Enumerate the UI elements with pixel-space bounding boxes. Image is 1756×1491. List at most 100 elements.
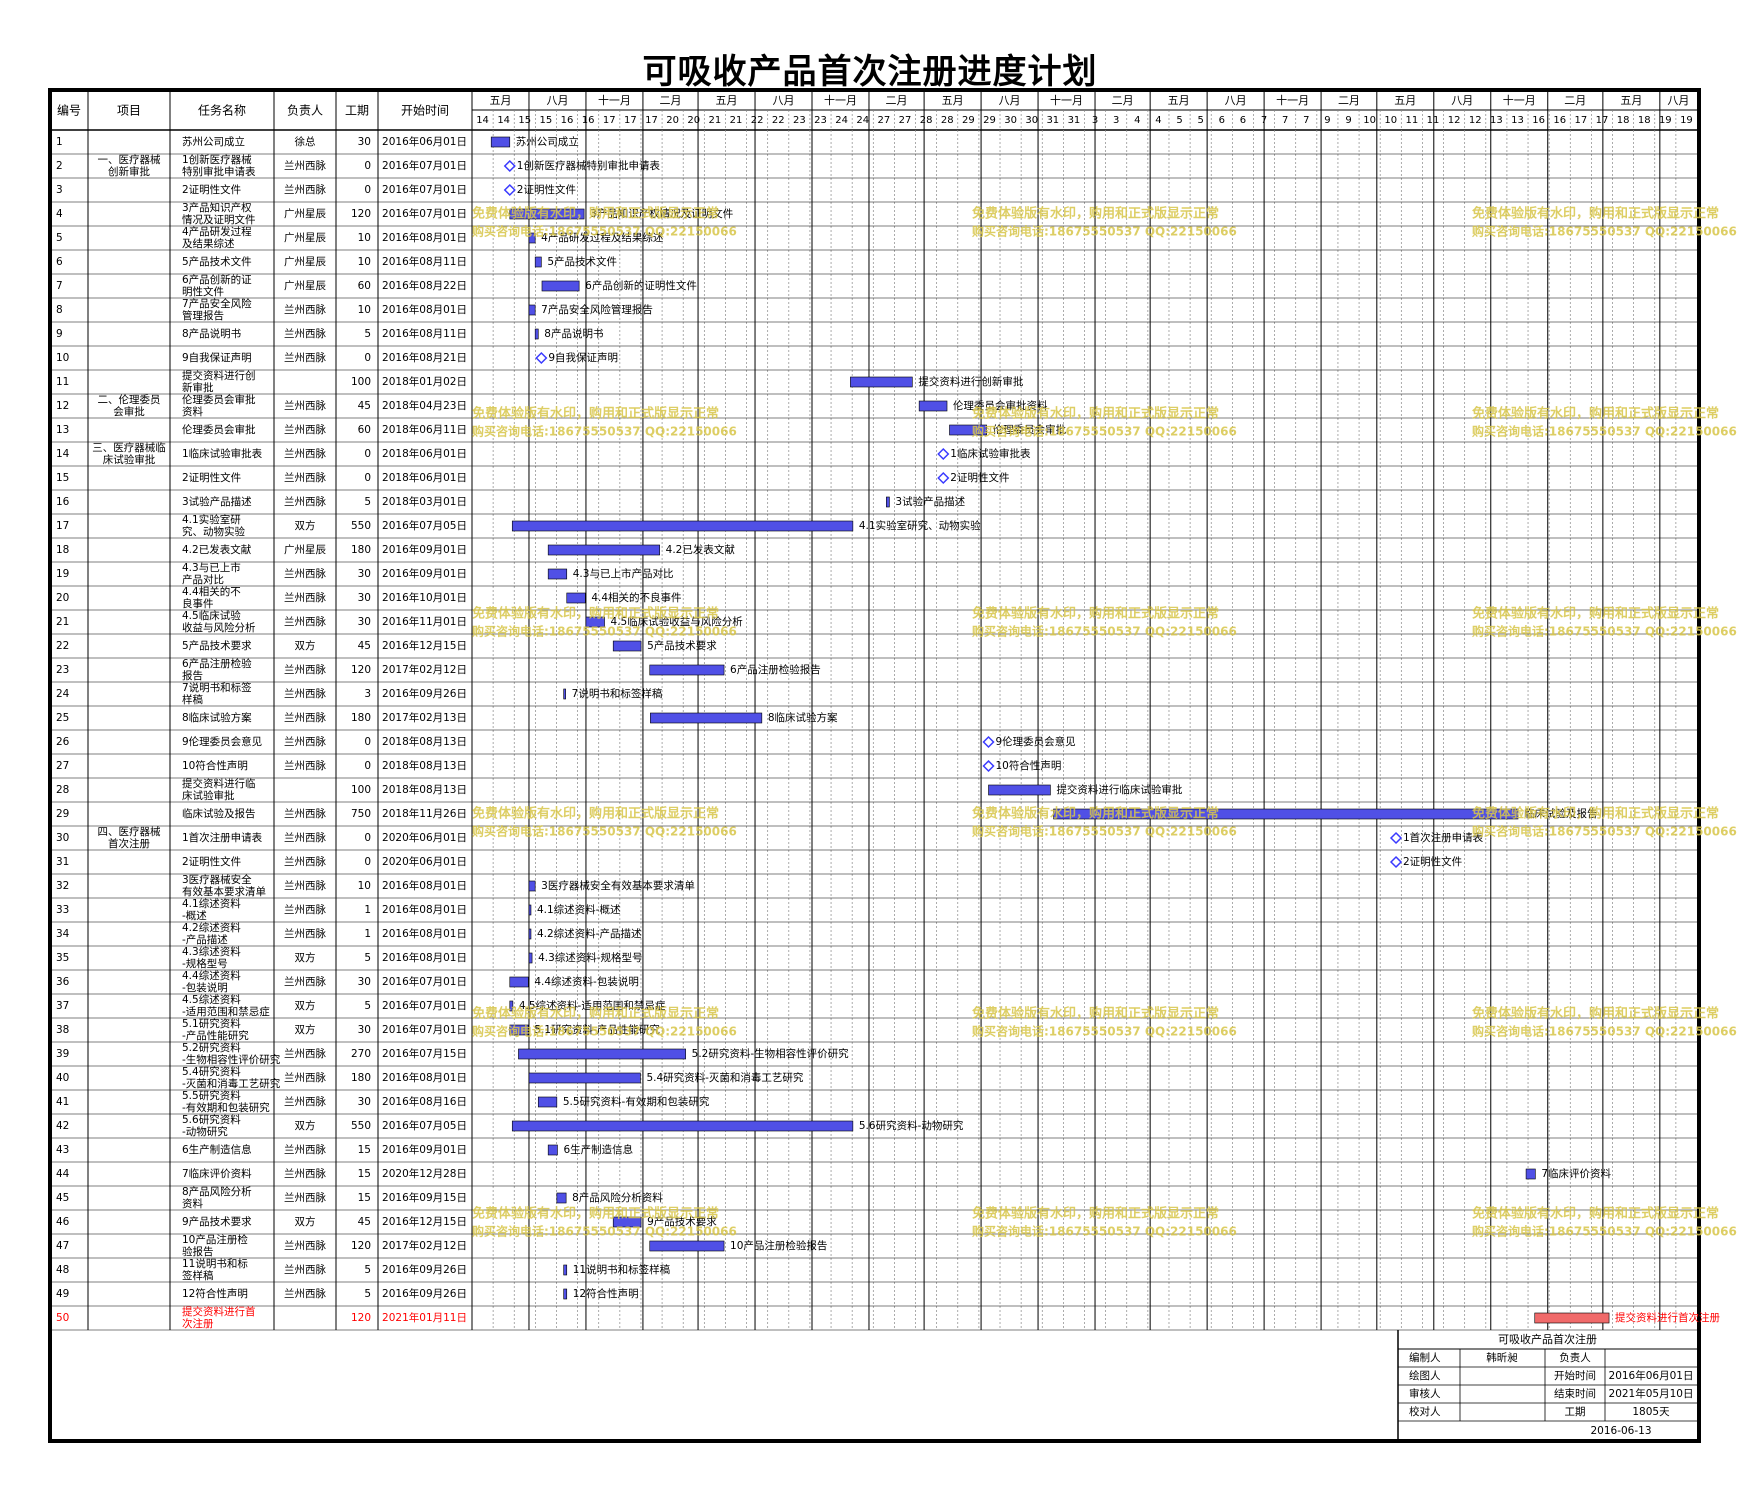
- bar-label: 7说明书和标签样稿: [572, 687, 663, 700]
- bar-label: 1临床试验审批表: [950, 447, 1031, 460]
- gantt-bar: [509, 976, 529, 988]
- header-4: 工期: [345, 104, 369, 118]
- milestone-marker: [503, 183, 516, 197]
- milestone-marker: [535, 351, 548, 365]
- task-name: 及结果综述: [182, 237, 235, 250]
- task-name: 床试验审批: [182, 789, 235, 802]
- start-date: 2016年08月01日: [382, 303, 467, 316]
- gantt-bar: [547, 544, 660, 556]
- task-name: -产品性能研究: [182, 1029, 249, 1042]
- start-date: 2016年08月01日: [382, 231, 467, 244]
- week-label: 20: [687, 115, 700, 126]
- task-name: 8产品说明书: [182, 327, 241, 340]
- gantt-bar: [563, 1288, 568, 1300]
- bar-label: 4.2综述资料-产品描述: [537, 927, 642, 940]
- week-label: 11: [1406, 115, 1419, 126]
- gantt-bar: [556, 1192, 567, 1204]
- task-name: 4.3综述资料: [182, 945, 241, 958]
- owner: 兰州西脉: [284, 1143, 326, 1156]
- duration: 15: [358, 1144, 371, 1156]
- week-label: 12: [1469, 115, 1482, 126]
- milestone-marker: [982, 759, 995, 773]
- week-label: 9: [1324, 115, 1330, 126]
- task-name: 10符合性声明: [182, 759, 248, 772]
- start-date: 2016年08月01日: [382, 927, 467, 940]
- task-name: 7产品安全风险: [182, 297, 252, 310]
- owner: 兰州西脉: [284, 903, 326, 916]
- watermark-line2: 购买咨询电话:18675550537 QQ:22150066: [1472, 624, 1737, 639]
- gantt-bar: [511, 1120, 854, 1132]
- duration: 30: [358, 136, 371, 148]
- quarter-label: 十一月: [1050, 93, 1083, 107]
- bar-label: 4.1综述资料-概述: [537, 903, 621, 916]
- gantt-bar: [534, 328, 539, 340]
- start-date: 2017年02月12日: [382, 663, 467, 676]
- task-name: 9产品技术要求: [182, 1215, 252, 1228]
- start-date: 2016年08月01日: [382, 879, 467, 892]
- watermark-line1: 免费体验版有水印，购用和正式版显示正常: [472, 206, 719, 222]
- duration: 10: [358, 256, 371, 268]
- task-name: 2证明性文件: [182, 183, 241, 196]
- task-name: 1创新医疗器械: [182, 153, 252, 166]
- milestone-marker: [503, 159, 516, 173]
- owner: 兰州西脉: [284, 927, 326, 940]
- quarter-label: 八月: [773, 94, 795, 107]
- duration: 60: [358, 424, 371, 436]
- quarter-label: 八月: [1451, 94, 1473, 107]
- duration: 45: [358, 400, 371, 412]
- start-date: 2020年12月28日: [382, 1167, 467, 1180]
- gantt-bar: [850, 376, 913, 388]
- duration: 45: [358, 640, 371, 652]
- project-label: 一、医疗器械: [98, 153, 161, 166]
- task-name: 5产品技术要求: [182, 639, 252, 652]
- week-label: 12: [1448, 115, 1461, 126]
- bar-label: 提交资料进行首次注册: [1615, 1311, 1720, 1324]
- owner: 兰州西脉: [284, 303, 326, 316]
- gantt-bar: [1525, 1168, 1536, 1180]
- bar-label: 4.2已发表文献: [666, 543, 736, 556]
- task-name: 5.6研究资料: [182, 1113, 241, 1126]
- watermark-line1: 免费体验版有水印，购用和正式版显示正常: [472, 606, 719, 622]
- row-number: 3: [56, 184, 63, 196]
- task-name: 5.2研究资料: [182, 1041, 241, 1054]
- owner: 兰州西脉: [284, 567, 326, 580]
- row-number: 1: [56, 136, 63, 148]
- gantt-bar: [528, 904, 532, 916]
- row-number: 34: [56, 928, 70, 940]
- week-label: 17: [1596, 115, 1609, 126]
- start-date: 2018年06月01日: [382, 447, 467, 460]
- task-name: 新审批: [182, 381, 214, 394]
- duration: 0: [364, 760, 371, 772]
- row-number: 24: [56, 688, 70, 700]
- owner: 兰州西脉: [284, 1263, 326, 1276]
- start-date: 2016年06月01日: [382, 135, 467, 148]
- week-label: 17: [1574, 115, 1587, 126]
- watermark-line1: 免费体验版有水印，购用和正式版显示正常: [972, 406, 1219, 422]
- row-number: 8: [56, 304, 63, 316]
- task-name: 4.4综述资料: [182, 969, 241, 982]
- task-name: 究、动物实验: [182, 525, 245, 538]
- duration: 30: [358, 568, 371, 580]
- gantt-bar: [511, 520, 854, 532]
- start-date: 2016年08月16日: [382, 1095, 467, 1108]
- week-label: 15: [518, 115, 531, 126]
- row-number: 26: [56, 736, 70, 748]
- start-date: 2016年12月15日: [382, 639, 467, 652]
- start-date: 2016年08月01日: [382, 951, 467, 964]
- info-label: 校对人: [1409, 1405, 1441, 1418]
- start-date: 2018年01月02日: [382, 375, 467, 388]
- start-date: 2020年06月01日: [382, 855, 467, 868]
- owner: 兰州西脉: [284, 711, 326, 724]
- week-label: 23: [814, 115, 827, 126]
- bar-label: 7临床评价资料: [1541, 1167, 1611, 1180]
- project-label: 三、医疗器械临: [92, 441, 166, 454]
- duration: 30: [358, 616, 371, 628]
- duration: 5: [364, 328, 371, 340]
- row-number: 14: [56, 448, 70, 460]
- watermark-line1: 免费体验版有水印，购用和正式版显示正常: [472, 406, 719, 422]
- owner: 双方: [295, 1215, 316, 1228]
- row-number: 43: [56, 1144, 69, 1156]
- week-label: 20: [666, 115, 679, 126]
- watermark-line1: 免费体验版有水印，购用和正式版显示正常: [972, 806, 1219, 822]
- bar-label: 提交资料进行临床试验审批: [1056, 783, 1182, 796]
